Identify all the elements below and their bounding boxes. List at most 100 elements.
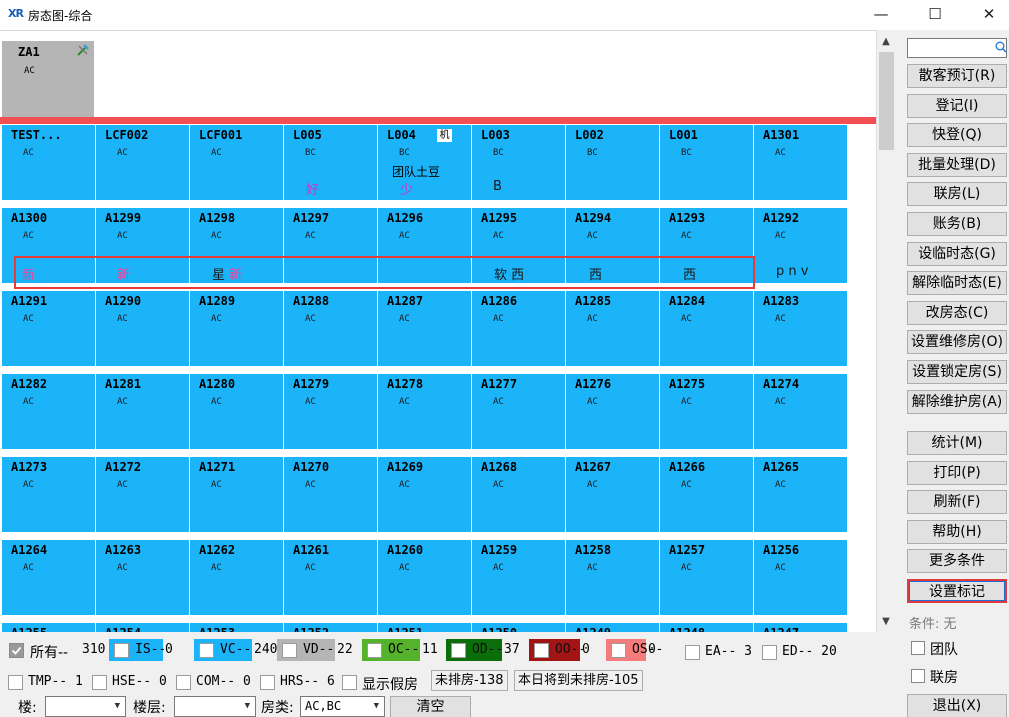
checkbox-box[interactable]: [176, 675, 191, 690]
side-button[interactable]: 打印(P): [907, 460, 1007, 485]
chevron-down-icon[interactable]: ▼: [115, 697, 120, 716]
room-card[interactable]: A1252AC: [284, 623, 377, 632]
room-card[interactable]: L004 BC 机团队土豆少: [378, 125, 471, 200]
legend-chip[interactable]: VD-- 22: [277, 639, 357, 661]
legend-com[interactable]: COM-- 0: [176, 672, 252, 692]
vertical-scrollbar[interactable]: ▲ ▼: [876, 30, 895, 632]
room-card[interactable]: A1251AC: [378, 623, 471, 632]
room-card[interactable]: A1271 AC: [190, 457, 283, 532]
room-card[interactable]: A1257 AC: [660, 540, 753, 615]
side-button[interactable]: 更多条件: [907, 549, 1007, 574]
unassigned-rooms-button[interactable]: 未排房-138: [431, 670, 508, 691]
side-button[interactable]: 统计(M): [907, 431, 1007, 455]
room-card[interactable]: A1259 AC: [472, 540, 565, 615]
show-fake-rooms-checkbox[interactable]: 显示假房: [342, 672, 428, 693]
team-checkbox[interactable]: 团队: [911, 639, 1001, 658]
room-card[interactable]: A1301 AC: [754, 125, 847, 200]
room-card[interactable]: A1253AC: [190, 623, 283, 632]
linked-room-checkbox[interactable]: 联房: [911, 667, 1001, 686]
chevron-down-icon[interactable]: ▼: [374, 697, 379, 716]
side-button[interactable]: 设置锁定房(S): [907, 360, 1007, 384]
side-button[interactable]: 联房(L): [907, 182, 1007, 207]
room-type-select[interactable]: AC,BC ▼: [300, 696, 385, 717]
room-card[interactable]: A1273 AC: [2, 457, 95, 532]
room-card[interactable]: A1286 AC: [472, 291, 565, 366]
room-card[interactable]: A1267 AC: [566, 457, 659, 532]
legend-chip[interactable]: OO-- 0: [529, 639, 602, 661]
room-card[interactable]: A1291 AC: [2, 291, 95, 366]
room-card[interactable]: A1247AC: [754, 623, 847, 632]
room-card[interactable]: A1289 AC: [190, 291, 283, 366]
set-mark-button[interactable]: 设置标记: [907, 579, 1007, 603]
checkbox-box[interactable]: [762, 645, 777, 660]
legend-chip[interactable]: OS-- 0: [606, 639, 668, 661]
room-card[interactable]: L001 BC: [660, 125, 753, 200]
checkbox-box[interactable]: [114, 643, 129, 658]
room-card[interactable]: A1274 AC: [754, 374, 847, 449]
room-card[interactable]: A1283 AC: [754, 291, 847, 366]
room-card[interactable]: A1260 AC: [378, 540, 471, 615]
side-button[interactable]: 帮助(H): [907, 519, 1007, 544]
side-button[interactable]: 账务(B): [907, 212, 1007, 236]
maximize-button[interactable]: ☐: [912, 0, 958, 30]
checkbox-box[interactable]: [911, 669, 925, 683]
scroll-up-icon[interactable]: ▲: [877, 36, 895, 48]
search-icon[interactable]: [995, 41, 1007, 53]
minimize-button[interactable]: —: [858, 0, 904, 30]
room-card[interactable]: A1278 AC: [378, 374, 471, 449]
side-button[interactable]: 登记(I): [907, 93, 1007, 118]
checkbox-box[interactable]: [534, 643, 549, 658]
scroll-thumb[interactable]: [879, 52, 894, 150]
room-card[interactable]: A1249AC: [566, 623, 659, 632]
checkbox-box[interactable]: [911, 641, 925, 655]
close-button[interactable]: ✕: [966, 0, 1009, 30]
room-card[interactable]: A1248AC: [660, 623, 753, 632]
legend-chip[interactable]: OD-- 37: [446, 639, 524, 661]
building-select[interactable]: ▼: [45, 696, 126, 717]
today-unassigned-button[interactable]: 本日将到未排房-105: [514, 670, 643, 691]
room-card[interactable]: A1258 AC: [566, 540, 659, 615]
legend-chip[interactable]: VC-- 240: [194, 639, 277, 661]
checkbox-box[interactable]: [199, 643, 214, 658]
side-button[interactable]: 设置维修房(O): [907, 330, 1007, 355]
room-card[interactable]: L002 BC: [566, 125, 659, 200]
side-button[interactable]: 快登(Q): [907, 123, 1007, 148]
legend-all[interactable]: 所有-- 310: [4, 639, 108, 661]
room-card[interactable]: A1265 AC: [754, 457, 847, 532]
checkbox-box[interactable]: [282, 643, 297, 658]
chevron-down-icon[interactable]: ▼: [245, 697, 250, 716]
checkbox-box[interactable]: [260, 675, 275, 690]
room-card[interactable]: A1287 AC: [378, 291, 471, 366]
room-card[interactable]: LCF001 AC: [190, 125, 283, 200]
room-card[interactable]: A1256 AC: [754, 540, 847, 615]
room-card[interactable]: A1277 AC: [472, 374, 565, 449]
checkbox-box[interactable]: [611, 643, 626, 658]
room-card[interactable]: A1261 AC: [284, 540, 377, 615]
checkbox-box[interactable]: [8, 675, 23, 690]
room-card[interactable]: A1292 AC p n v: [754, 208, 847, 283]
room-card[interactable]: A1282 AC: [2, 374, 95, 449]
room-card[interactable]: A1255AC: [2, 623, 95, 632]
checkbox-box[interactable]: [367, 643, 382, 658]
room-card-za1[interactable]: ZA1 AC: [2, 41, 94, 117]
room-card[interactable]: A1254AC: [96, 623, 189, 632]
room-card[interactable]: A1290 AC: [96, 291, 189, 366]
room-search-input[interactable]: [907, 38, 1007, 58]
room-card[interactable]: A1269 AC: [378, 457, 471, 532]
side-button[interactable]: 设临时态(G): [907, 241, 1007, 266]
side-button[interactable]: 批量处理(D): [907, 152, 1007, 177]
room-card[interactable]: L005 BC 好: [284, 125, 377, 200]
checkbox-checked-icon[interactable]: [9, 643, 24, 658]
room-card[interactable]: A1264 AC: [2, 540, 95, 615]
room-card[interactable]: A1276 AC: [566, 374, 659, 449]
legend-hrs[interactable]: HRS-- 6: [260, 672, 336, 692]
side-button[interactable]: 解除临时态(E): [907, 271, 1007, 296]
legend-tmp[interactable]: TMP-- 1: [8, 672, 84, 692]
room-card[interactable]: LCF002 AC: [96, 125, 189, 200]
room-card[interactable]: A1250AC: [472, 623, 565, 632]
room-card[interactable]: A1280 AC: [190, 374, 283, 449]
scroll-down-icon[interactable]: ▼: [877, 616, 895, 628]
checkbox-box[interactable]: [92, 675, 107, 690]
side-button[interactable]: 改房态(C): [907, 300, 1007, 325]
checkbox-box[interactable]: [451, 643, 466, 658]
